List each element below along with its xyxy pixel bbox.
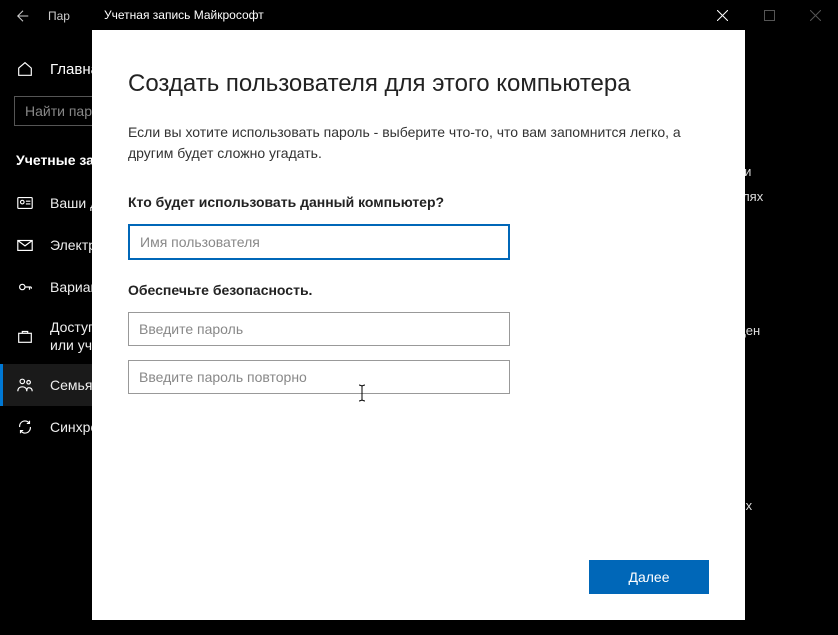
password-field[interactable] [128, 312, 510, 346]
nav-label: Вариан [50, 279, 98, 295]
window-close-button[interactable] [792, 0, 838, 30]
username-question: Кто будет использовать данный компьютер? [128, 194, 709, 210]
dialog-title: Учетная запись Майкрософт [104, 8, 264, 22]
security-label: Обеспечьте безопасность. [128, 282, 709, 298]
nav-label: Синхро [50, 419, 98, 435]
back-button[interactable] [8, 1, 38, 31]
next-button[interactable]: Далее [589, 560, 709, 594]
dialog-heading: Создать пользователя для этого компьютер… [128, 70, 709, 98]
nav-label: Ваши д [50, 195, 98, 211]
settings-title: Пар [48, 9, 70, 23]
nav-label: Доступили уч [50, 318, 96, 354]
account-dialog: Учетная запись Майкрософт Создать пользо… [92, 0, 745, 620]
nav-label: Семья [50, 377, 92, 393]
dialog-close-button[interactable] [699, 0, 745, 30]
password-confirm-field[interactable] [128, 360, 510, 394]
dialog-description: Если вы хотите использовать пароль - выб… [128, 122, 688, 164]
nav-label: Электр [50, 237, 96, 253]
maximize-button[interactable] [746, 0, 792, 30]
username-field[interactable] [128, 224, 510, 260]
